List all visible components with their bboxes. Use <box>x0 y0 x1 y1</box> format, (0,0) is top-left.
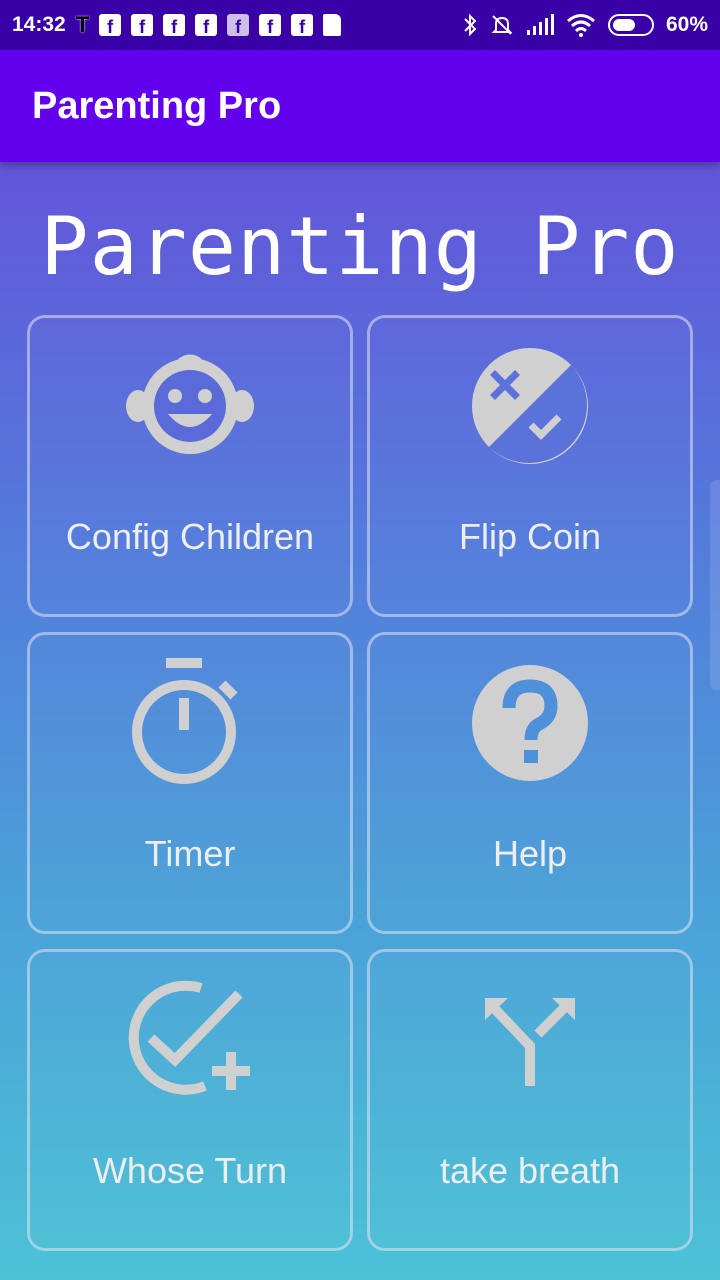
stopwatch-icon <box>30 653 350 793</box>
help-question-icon <box>370 653 690 793</box>
config-children-button[interactable]: Config Children <box>27 315 353 617</box>
whose-turn-button[interactable]: Whose Turn <box>27 949 353 1251</box>
check-add-icon <box>30 970 350 1110</box>
facebook-icon: f <box>99 14 122 36</box>
edge-panel-handle[interactable] <box>710 480 720 690</box>
facebook-icon: f <box>195 14 218 36</box>
flip-coin-button[interactable]: Flip Coin <box>367 315 693 617</box>
sd-card-icon <box>323 14 342 36</box>
tile-label: Config Children <box>65 516 315 557</box>
app-bar-title: Parenting Pro <box>32 84 282 127</box>
flip-coin-icon <box>370 336 690 476</box>
page-title: Parenting Pro <box>40 200 680 293</box>
app-bar: Parenting Pro <box>0 50 720 162</box>
take-breath-button[interactable]: take breath <box>367 949 693 1251</box>
wifi-icon <box>567 14 595 37</box>
battery-percent: 60% <box>665 13 708 36</box>
notification-area: 14:32 T f f f f f f f <box>12 12 462 38</box>
tile-label: Timer <box>144 833 236 874</box>
child-face-icon <box>30 336 350 476</box>
status-time: 14:32 <box>12 13 66 36</box>
status-bar: 14:32 T f f f f f f f 60% <box>0 0 720 50</box>
tile-label: Whose Turn <box>92 1150 288 1191</box>
facebook-icon: f <box>227 14 250 36</box>
facebook-icon: f <box>131 14 154 36</box>
tile-label: take breath <box>439 1150 621 1191</box>
signal-icon <box>526 14 554 35</box>
muted-bell-icon <box>491 15 513 35</box>
system-icons: 60% <box>462 13 708 37</box>
timer-button[interactable]: Timer <box>27 632 353 934</box>
tile-label: Flip Coin <box>458 516 602 557</box>
t-icon: T <box>75 12 90 37</box>
facebook-icon: f <box>291 14 314 36</box>
fork-arrows-icon <box>370 970 690 1110</box>
tile-label: Help <box>492 833 568 874</box>
facebook-icon: f <box>259 14 282 36</box>
battery-icon <box>607 14 654 36</box>
bluetooth-icon <box>464 13 477 37</box>
help-button[interactable]: Help <box>367 632 693 934</box>
facebook-icon: f <box>163 14 186 36</box>
